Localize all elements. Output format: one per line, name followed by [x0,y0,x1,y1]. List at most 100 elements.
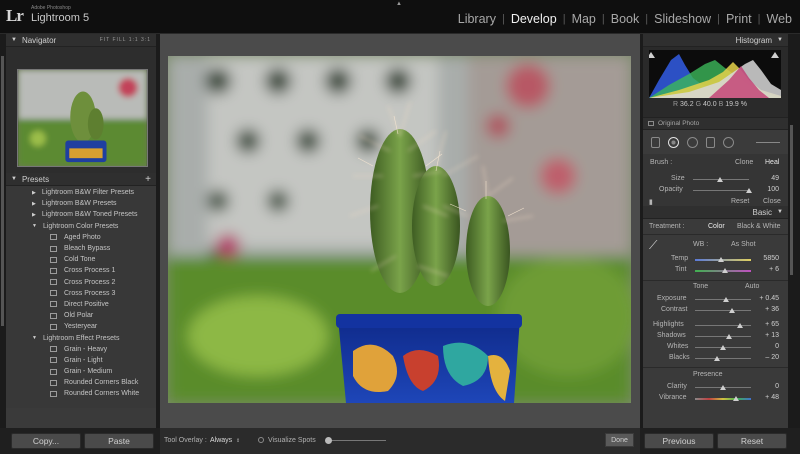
size-value[interactable]: 49 [751,175,779,182]
shadows-slider-thumb[interactable] [726,334,732,339]
done-button[interactable]: Done [605,433,634,447]
graduated-filter-icon[interactable] [706,136,715,148]
navigator-header[interactable]: ▼ Navigator FIT FILL 1:1 3:1 [6,34,156,47]
visualize-spots-checkbox[interactable] [258,437,264,443]
histogram-header[interactable]: Histogram ▼ [643,34,788,47]
tint-value[interactable]: + 6 [751,266,779,273]
preset-folder[interactable]: ▶ Lightroom B&W Filter Presets [6,187,156,198]
tool-overlay-select[interactable]: Always [210,437,232,444]
preset-item[interactable]: Grain - Light [6,355,156,366]
temp-value[interactable]: 5850 [751,255,779,262]
preset-item[interactable]: Cold Tone [6,254,156,265]
preset-item[interactable]: Cross Process 3 [6,288,156,299]
shadows-value[interactable]: + 13 [747,332,779,339]
navigator-preview[interactable] [6,47,156,173]
tint-slider-thumb[interactable] [722,268,728,273]
preset-label: Bleach Bypass [64,245,111,253]
contrast-value[interactable]: + 36 [747,306,779,313]
module-library[interactable]: Library [452,12,502,26]
vibrance-slider-thumb[interactable] [733,396,739,401]
histogram-graph[interactable] [649,50,781,98]
histogram[interactable]: R 36.2 G 40.0 B 19.9 % [643,47,788,117]
right-scrollbar[interactable] [790,125,793,275]
preset-icon [50,256,57,263]
vibrance-value[interactable]: + 48 [747,394,779,401]
treatment-bw[interactable]: Black & White [737,223,781,230]
preset-item[interactable]: Cross Process 2 [6,277,156,288]
original-photo-toggle[interactable]: Original Photo [643,117,788,129]
exposure-value[interactable]: + 0.45 [747,295,779,302]
heal-button[interactable]: Heal [765,159,779,166]
red-eye-tool-icon[interactable] [687,136,698,148]
copy-button[interactable]: Copy... [11,433,81,449]
preset-item[interactable]: Grain - Heavy [6,344,156,355]
blacks-value[interactable]: – 20 [747,354,779,361]
navigator-thumbnail[interactable] [17,69,148,167]
whites-slider-thumb[interactable] [720,345,726,350]
visualize-spots-slider-thumb[interactable] [325,437,332,444]
preset-item[interactable]: Bleach Bypass [6,243,156,254]
module-map[interactable]: Map [566,12,602,26]
zoom-options[interactable]: FIT FILL 1:1 3:1 [100,37,151,43]
brush-reset-button[interactable]: Reset [731,198,749,205]
preset-item[interactable]: Direct Positive [6,299,156,310]
reset-button[interactable]: Reset [717,433,787,449]
preset-folder[interactable]: ▶ Lightroom B&W Toned Presets [6,209,156,220]
previous-button[interactable]: Previous [644,433,714,449]
left-scrollbar[interactable] [1,56,4,326]
whites-value[interactable]: 0 [747,343,779,350]
clarity-slider-thumb[interactable] [720,385,726,390]
opacity-slider[interactable] [693,190,749,191]
crop-tool-icon[interactable] [651,136,660,148]
preset-item[interactable]: Cross Process 1 [6,265,156,276]
contrast-slider[interactable] [695,310,751,311]
brush-close-button[interactable]: Close [763,198,781,205]
opacity-value[interactable]: 100 [751,186,779,193]
exposure-slider-thumb[interactable] [723,297,729,302]
shadows-slider[interactable] [695,336,751,337]
spot-removal-tool-icon[interactable] [668,136,679,148]
blacks-slider[interactable] [695,358,751,359]
module-web[interactable]: Web [761,12,798,26]
preset-folder[interactable]: ▼ Lightroom Effect Presets [6,332,156,343]
main-photo[interactable] [168,56,631,403]
module-print[interactable]: Print [720,12,758,26]
module-book[interactable]: Book [605,12,646,26]
blacks-slider-thumb[interactable] [714,356,720,361]
highlights-value[interactable]: + 65 [747,321,779,328]
brush-pin-icon[interactable]: ▮ [649,198,653,206]
temp-slider-thumb[interactable] [718,257,724,262]
preset-item[interactable]: Aged Photo [6,232,156,243]
size-slider-thumb[interactable] [717,177,724,182]
image-canvas[interactable] [160,34,640,428]
highlights-slider-thumb[interactable] [737,323,743,328]
basic-header[interactable]: Basic ▼ [643,206,788,219]
presets-header[interactable]: ▼ Presets + [6,173,156,186]
wb-value[interactable]: As Shot [731,241,756,248]
top-panel-toggle-icon[interactable]: ▲ [396,1,402,7]
preset-folder[interactable]: ▼ Lightroom Color Presets [6,221,156,232]
white-balance-picker-icon[interactable]: ⟋ [649,238,657,253]
module-develop[interactable]: Develop [505,12,563,26]
dropdown-arrow-icon[interactable]: ⇕ [236,438,240,444]
vibrance-label: Vibrance [659,394,687,401]
preset-item[interactable]: Old Polar [6,310,156,321]
treatment-color[interactable]: Color [708,223,725,230]
preset-item[interactable]: Grain - Medium [6,366,156,377]
preset-item[interactable]: Yesteryear [6,321,156,332]
add-preset-icon[interactable]: + [145,174,151,185]
contrast-slider-thumb[interactable] [729,308,735,313]
vibrance-slider[interactable] [695,398,751,400]
clarity-value[interactable]: 0 [747,383,779,390]
preset-item[interactable]: Rounded Corners White [6,388,156,399]
paste-button[interactable]: Paste [84,433,154,449]
clone-button[interactable]: Clone [735,159,753,166]
radial-filter-icon[interactable] [723,136,734,148]
preset-icon [50,290,57,297]
adjustment-brush-icon[interactable] [756,141,780,143]
visualize-spots-slider[interactable] [326,440,386,441]
preset-folder[interactable]: ▶ Lightroom B&W Presets [6,198,156,209]
auto-tone-button[interactable]: Auto [745,283,759,290]
module-slideshow[interactable]: Slideshow [648,12,717,26]
preset-item[interactable]: Rounded Corners Black [6,377,156,388]
